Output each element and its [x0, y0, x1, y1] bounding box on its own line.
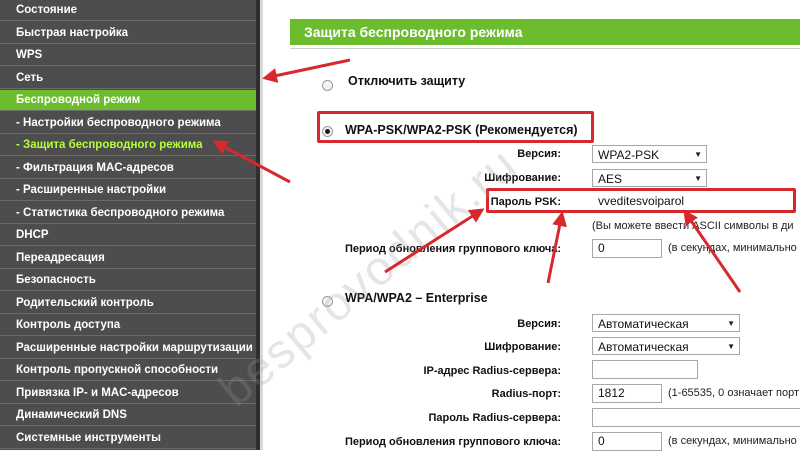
main-content: Защита беспроводного режима Отключить за… — [263, 0, 800, 451]
radius-ip-label: IP-адрес Radius-сервера: — [423, 365, 561, 377]
chevron-down-icon: ▼ — [727, 342, 735, 351]
psk-encryption-select[interactable]: AES ▼ — [592, 169, 707, 187]
chevron-down-icon: ▼ — [727, 319, 735, 328]
highlight-wpa-psk — [317, 111, 594, 143]
psk-encryption-label: Шифрование: — [484, 172, 561, 184]
ent-version-label: Версия: — [517, 318, 561, 330]
sidebar-item[interactable]: Состояние — [0, 0, 256, 21]
sidebar-item[interactable]: Динамический DNS — [0, 405, 256, 426]
highlight-psk-password — [486, 188, 796, 213]
disable-security-label: Отключить защиту — [348, 74, 466, 88]
page-title: Защита беспроводного режима — [290, 19, 800, 45]
sidebar-item[interactable]: Контроль доступа — [0, 315, 256, 336]
sidebar-item[interactable]: DHCP — [0, 225, 256, 246]
radius-password-input[interactable] — [592, 408, 800, 427]
psk-encryption-value: AES — [598, 172, 623, 186]
radius-ip-input[interactable] — [592, 360, 698, 379]
psk-version-label: Версия: — [517, 148, 561, 160]
title-underline — [290, 48, 800, 49]
sidebar-nav: Состояние Быстрая настройка WPS Сеть Беспров… — [0, 0, 256, 450]
sidebar-item[interactable]: Привязка IP- и MAC-адресов — [0, 383, 256, 404]
chevron-down-icon: ▼ — [694, 174, 702, 183]
enterprise-radio[interactable] — [322, 296, 333, 307]
sidebar-item[interactable]: - Защита беспроводного режима — [0, 135, 256, 156]
sidebar-item[interactable]: - Фильтрация MAC-адресов — [0, 158, 256, 179]
radius-port-label: Radius-порт: — [491, 388, 561, 400]
ent-encryption-select[interactable]: Автоматическая ▼ — [592, 337, 740, 355]
sidebar-item[interactable]: Беспроводной режим — [0, 90, 256, 111]
sidebar-item[interactable]: - Настройки беспроводного режима — [0, 113, 256, 134]
sidebar-item[interactable]: Родительский контроль — [0, 293, 256, 314]
disable-security-radio[interactable] — [322, 80, 333, 91]
ent-encryption-value: Автоматическая — [598, 340, 689, 354]
sidebar-item[interactable]: Системные инструменты — [0, 428, 256, 449]
sidebar-item[interactable]: Безопасность — [0, 270, 256, 291]
psk-version-value: WPA2-PSK — [598, 148, 660, 162]
radius-port-hint: (1-65535, 0 означает порт по — [668, 387, 800, 399]
radius-password-label: Пароль Radius-сервера: — [428, 412, 561, 424]
psk-hint: (Вы можете ввести ASCII символы в ди — [592, 220, 794, 232]
radius-port-input[interactable]: 1812 — [592, 384, 662, 403]
sidebar-item[interactable]: Переадресация — [0, 248, 256, 269]
sidebar-item[interactable]: - Расширенные настройки — [0, 180, 256, 201]
ent-group-key-input[interactable]: 0 — [592, 432, 662, 451]
sidebar-item[interactable]: Контроль пропускной способности — [0, 360, 256, 381]
psk-group-key-hint: (в секундах, минимально — [668, 242, 797, 254]
ent-encryption-label: Шифрование: — [484, 341, 561, 353]
sidebar-item[interactable]: - Статистика беспроводного режима — [0, 203, 256, 224]
ent-version-select[interactable]: Автоматическая ▼ — [592, 314, 740, 332]
sidebar-item[interactable]: Сеть — [0, 68, 256, 89]
sidebar-item[interactable]: Расширенные настройки маршрутизации — [0, 338, 256, 359]
sidebar-item[interactable]: Быстрая настройка — [0, 23, 256, 44]
psk-version-select[interactable]: WPA2-PSK ▼ — [592, 145, 707, 163]
psk-group-key-input[interactable]: 0 — [592, 239, 662, 258]
chevron-down-icon: ▼ — [694, 150, 702, 159]
ent-group-key-label: Период обновления группового ключа: — [344, 436, 561, 448]
psk-group-key-label: Период обновления группового ключа: — [344, 243, 561, 255]
sidebar-item[interactable]: WPS — [0, 45, 256, 66]
ent-version-value: Автоматическая — [598, 317, 689, 331]
ent-group-key-hint: (в секундах, минимально — [668, 435, 797, 447]
enterprise-label: WPA/WPA2 – Enterprise — [345, 291, 488, 305]
